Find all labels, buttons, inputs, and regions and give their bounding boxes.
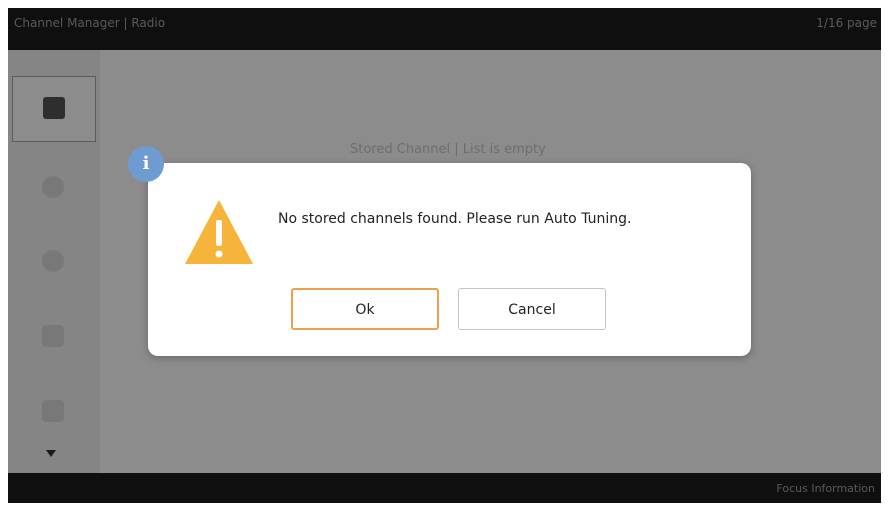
square-icon	[43, 97, 65, 119]
sidebar-item-1[interactable]	[12, 76, 96, 142]
content-subtitle: Stored Channel | List is empty	[350, 142, 546, 157]
sidebar-item-5[interactable]	[12, 380, 96, 446]
page-indicator: 1/16 page	[816, 16, 877, 30]
sidebar-item-2[interactable]	[12, 156, 96, 222]
rounded-square-icon	[42, 325, 64, 347]
rounded-square-icon	[42, 400, 64, 422]
alert-dialog: No stored channels found. Please run Aut…	[148, 163, 751, 356]
sidebar-item-3[interactable]	[12, 230, 96, 296]
bottom-hint: Focus Information	[776, 482, 875, 495]
ok-button[interactable]: Ok	[291, 288, 439, 330]
cancel-button[interactable]: Cancel	[458, 288, 606, 330]
app-title: Channel Manager | Radio	[14, 16, 166, 30]
sidebar	[8, 50, 100, 473]
circle-icon	[42, 250, 64, 272]
triangle-down-icon[interactable]	[46, 450, 56, 457]
warning-triangle-icon	[185, 200, 253, 264]
info-icon: i	[128, 146, 164, 182]
sidebar-item-4[interactable]	[12, 305, 96, 371]
bottom-bar: Focus Information	[8, 473, 881, 503]
top-bar: Channel Manager | Radio 1/16 page	[8, 8, 881, 50]
circle-icon	[42, 176, 64, 198]
dialog-message: No stored channels found. Please run Aut…	[278, 211, 632, 227]
